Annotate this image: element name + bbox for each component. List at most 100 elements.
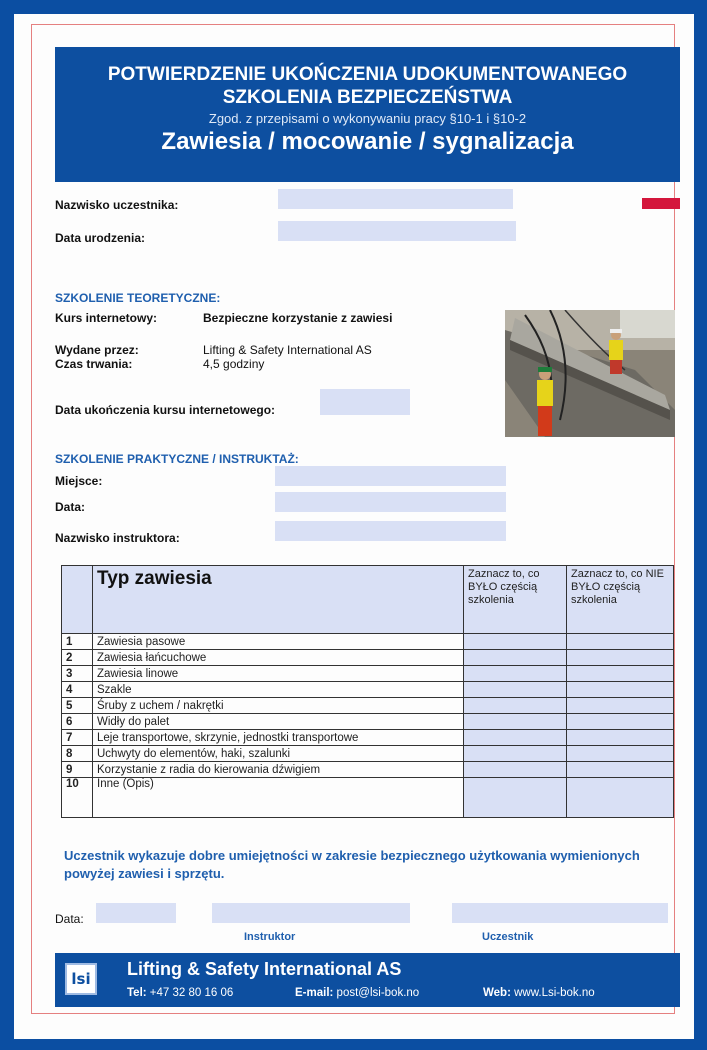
sling-type-cell: Zawiesia łańcuchowe xyxy=(92,649,464,666)
phone-number: +47 32 80 16 06 xyxy=(149,987,234,999)
table-row: 1 Zawiesia pasowe xyxy=(61,633,674,650)
completion-date-field[interactable] xyxy=(320,389,410,415)
sling-type-cell: Korzystanie z radia do kierowania dźwigi… xyxy=(92,761,464,778)
sling-type-cell: Widły do palet xyxy=(92,713,464,730)
sling-type-cell: Leje transportowe, skrzynie, jednostki t… xyxy=(92,729,464,746)
done-check-cell[interactable] xyxy=(463,777,567,818)
not-done-check-cell[interactable] xyxy=(566,761,674,778)
duration-value: 4,5 godziny xyxy=(203,357,265,371)
table-header-row: Typ zawiesia Zaznacz to, co BYŁO częścią… xyxy=(61,565,674,634)
row-number: 9 xyxy=(61,761,93,778)
completion-date-label: Data ukończenia kursu internetowego: xyxy=(55,403,276,417)
practice-date-label: Data: xyxy=(55,500,86,514)
number-column-header xyxy=(61,565,93,634)
participant-name-label: Nazwisko uczestnika: xyxy=(55,198,179,212)
done-check-cell[interactable] xyxy=(463,697,567,714)
issuer-value: Lifting & Safety International AS xyxy=(203,343,372,357)
birth-date-field[interactable] xyxy=(278,221,516,241)
not-done-check-cell[interactable] xyxy=(566,649,674,666)
practice-date-field[interactable] xyxy=(275,492,506,512)
done-check-cell[interactable] xyxy=(463,761,567,778)
sling-type-cell: Szakle xyxy=(92,681,464,698)
signature-date-field[interactable] xyxy=(96,903,176,923)
table-row: 8 Uchwyty do elementów, haki, szalunki xyxy=(61,745,674,762)
place-field[interactable] xyxy=(275,466,506,486)
regulation-reference: Zgod. z przepisami o wykonywaniu pracy §… xyxy=(208,111,527,126)
practice-section-heading: SZKOLENIE PRAKTYCZNE / INSTRUKTAŻ: xyxy=(55,452,299,466)
done-check-cell[interactable] xyxy=(463,649,567,666)
email-label: E-mail: xyxy=(295,987,334,999)
not-done-check-cell[interactable] xyxy=(566,681,674,698)
flag-marker xyxy=(642,198,680,209)
sling-type-cell: Śruby z uchem / nakrętki xyxy=(92,697,464,714)
birth-date-label: Data urodzenia: xyxy=(55,231,146,245)
issuer-label: Wydane przez: xyxy=(55,343,139,357)
sling-type-cell: Uchwyty do elementów, haki, szalunki xyxy=(92,745,464,762)
table-row: 3 Zawiesia linowe xyxy=(61,665,674,682)
table-row: 7 Leje transportowe, skrzynie, jednostki … xyxy=(61,729,674,746)
not-done-check-cell[interactable] xyxy=(566,697,674,714)
instructor-name-label: Nazwisko instruktora: xyxy=(55,531,180,545)
email-line: E-mail: post@lsi-bok.no xyxy=(295,987,419,999)
row-number: 5 xyxy=(61,697,93,714)
not-done-check-cell[interactable] xyxy=(566,745,674,762)
table-row: 6 Widły do palet xyxy=(61,713,674,730)
theory-section-heading: SZKOLENIE TEORETYCZNE: xyxy=(55,291,221,305)
done-check-cell[interactable] xyxy=(463,633,567,650)
sling-type-cell: Inne (Opis) xyxy=(92,777,464,818)
document-title: POTWIERDZENIE UKOŃCZENIA UDOKUMENTOWANEG… xyxy=(107,64,628,108)
not-done-check-cell[interactable] xyxy=(566,729,674,746)
company-name: Lifting & Safety International AS xyxy=(127,959,402,979)
not-done-check-cell[interactable] xyxy=(566,777,674,818)
row-number: 4 xyxy=(61,681,93,698)
table-row: 5 Śruby z uchem / nakrętki xyxy=(61,697,674,714)
table-row: 2 Zawiesia łańcuchowe xyxy=(61,649,674,666)
row-number: 3 xyxy=(61,665,93,682)
row-number: 7 xyxy=(61,729,93,746)
type-column-header: Typ zawiesia xyxy=(92,565,464,634)
instructor-signature-label: Instruktor xyxy=(244,931,296,943)
done-check-cell[interactable] xyxy=(463,713,567,730)
row-number: 6 xyxy=(61,713,93,730)
duration-label: Czas trwania: xyxy=(55,357,133,371)
website-link[interactable]: www.Lsi-bok.no xyxy=(514,987,595,999)
web-label: Web: xyxy=(483,987,511,999)
not-done-check-cell[interactable] xyxy=(566,713,674,730)
company-footer: lsi Lifting & Safety International AS Te… xyxy=(55,953,680,1007)
sling-type-cell: Zawiesia pasowe xyxy=(92,633,464,650)
email-address[interactable]: post@lsi-bok.no xyxy=(337,987,420,999)
sling-type-cell: Zawiesia linowe xyxy=(92,665,464,682)
row-number: 1 xyxy=(61,633,93,650)
table-row: 10 Inne (Opis) xyxy=(61,777,674,818)
participant-signature-label: Uczestnik xyxy=(482,931,534,943)
row-number: 10 xyxy=(61,777,93,818)
competence-statement: Uczestnik wykazuje dobre umiejętności w … xyxy=(64,848,640,881)
table-row: 9 Korzystanie z radia do kierowania dźwig… xyxy=(61,761,674,778)
company-logo: lsi xyxy=(65,963,97,995)
course-value: Bezpieczne korzystanie z zawiesi xyxy=(203,311,393,325)
web-line: Web: www.Lsi-bok.no xyxy=(483,987,595,999)
done-check-cell[interactable] xyxy=(463,665,567,682)
phone-label: Tel: xyxy=(127,987,147,999)
row-number: 2 xyxy=(61,649,93,666)
done-check-cell[interactable] xyxy=(463,729,567,746)
done-check-cell[interactable] xyxy=(463,745,567,762)
instructor-name-field[interactable] xyxy=(275,521,506,541)
not-done-column-header: Zaznacz to, co NIE BYŁO częścią szkoleni… xyxy=(566,565,674,634)
signature-date-label: Data: xyxy=(55,912,84,926)
phone-line: Tel: +47 32 80 16 06 xyxy=(127,987,233,999)
table-row: 4 Szakle xyxy=(61,681,674,698)
title-banner: POTWIERDZENIE UKOŃCZENIA UDOKUMENTOWANEG… xyxy=(55,47,680,182)
row-number: 8 xyxy=(61,745,93,762)
not-done-check-cell[interactable] xyxy=(566,633,674,650)
done-column-header: Zaznacz to, co BYŁO częścią szkolenia xyxy=(463,565,567,634)
place-label: Miejsce: xyxy=(55,474,103,488)
participant-signature-field[interactable] xyxy=(452,903,668,923)
participant-name-field[interactable] xyxy=(278,189,513,209)
sling-type-table: Typ zawiesia Zaznacz to, co BYŁO częścią… xyxy=(61,565,674,818)
not-done-check-cell[interactable] xyxy=(566,665,674,682)
course-label: Kurs internetowy: xyxy=(55,311,158,325)
training-photo xyxy=(505,310,675,437)
instructor-signature-field[interactable] xyxy=(212,903,410,923)
done-check-cell[interactable] xyxy=(463,681,567,698)
